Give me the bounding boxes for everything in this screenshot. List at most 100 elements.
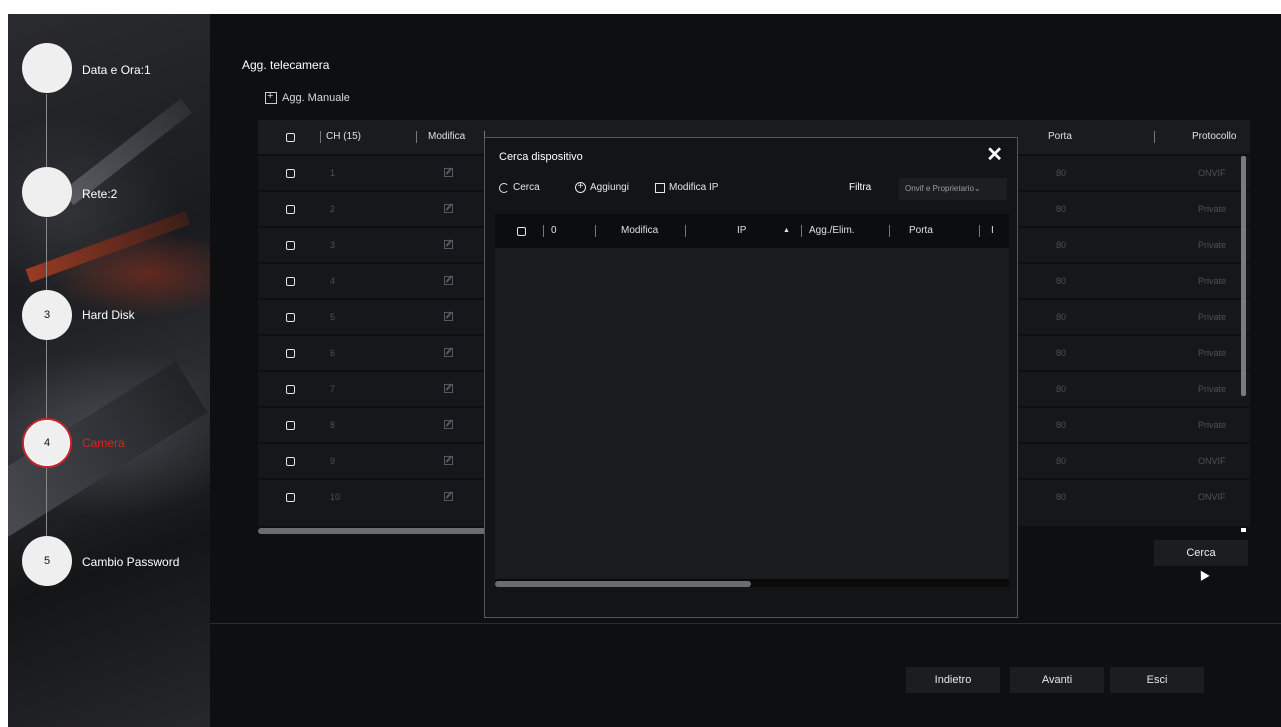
step-1-circle[interactable] bbox=[22, 43, 72, 93]
dialog-edit-ip-button[interactable]: Modifica IP bbox=[655, 182, 718, 193]
row-ch: 6 bbox=[330, 348, 336, 358]
edit-icon[interactable] bbox=[444, 456, 453, 465]
add-manual-label: Agg. Manuale bbox=[282, 92, 350, 104]
step-2-circle[interactable] bbox=[22, 167, 72, 217]
row-protocol: Private bbox=[1198, 420, 1227, 430]
column-separator bbox=[595, 225, 596, 237]
row-protocol: ONVIF bbox=[1198, 492, 1226, 502]
header-port[interactable]: Porta bbox=[1048, 120, 1072, 154]
row-port: 80 bbox=[1056, 168, 1067, 178]
filter-select-value: Onvif e Proprietario bbox=[905, 184, 974, 193]
dialog-search-button[interactable]: Cerca bbox=[499, 182, 540, 193]
header-modify[interactable]: Modifica bbox=[428, 120, 465, 154]
next-button[interactable]: Avanti bbox=[1010, 667, 1104, 693]
row-checkbox[interactable] bbox=[286, 349, 295, 358]
dialog-header-modify[interactable]: Modifica bbox=[621, 214, 658, 248]
dialog-search-label: Cerca bbox=[513, 182, 540, 193]
row-port: 80 bbox=[1056, 204, 1067, 214]
step-4-label-active[interactable]: Camera bbox=[82, 436, 125, 450]
edit-icon[interactable] bbox=[444, 420, 453, 429]
row-port: 80 bbox=[1056, 420, 1067, 430]
row-checkbox[interactable] bbox=[286, 493, 295, 502]
row-port: 80 bbox=[1056, 240, 1067, 250]
row-ch: 1 bbox=[330, 168, 336, 178]
add-manual-button[interactable]: Agg. Manuale bbox=[265, 90, 350, 104]
row-port: 80 bbox=[1056, 492, 1067, 502]
add-circle-icon: + bbox=[575, 182, 586, 193]
step-connector bbox=[46, 338, 47, 430]
dialog-table-header: 0 Modifica IP ▲ Agg./Elim. Porta I bbox=[495, 214, 1009, 248]
row-checkbox[interactable] bbox=[286, 277, 295, 286]
step-2-label[interactable]: Rete:2 bbox=[82, 187, 117, 201]
row-port: 80 bbox=[1056, 456, 1067, 466]
row-checkbox[interactable] bbox=[286, 205, 295, 214]
row-protocol: Private bbox=[1198, 240, 1227, 250]
row-checkbox[interactable] bbox=[286, 385, 295, 394]
column-separator bbox=[979, 225, 980, 237]
refresh-icon bbox=[499, 182, 509, 193]
edit-icon[interactable] bbox=[444, 492, 453, 501]
edit-icon[interactable] bbox=[444, 312, 453, 321]
search-device-dialog: Cerca dispositivo ✕ Cerca + Aggiungi Mod… bbox=[484, 137, 1018, 618]
edit-icon[interactable] bbox=[444, 168, 453, 177]
step-5-circle[interactable]: 5 bbox=[22, 536, 72, 586]
column-separator bbox=[1154, 131, 1155, 143]
dialog-title: Cerca dispositivo bbox=[499, 151, 583, 163]
table-vertical-scrollbar-end bbox=[1241, 528, 1246, 532]
row-ch: 10 bbox=[330, 492, 341, 502]
step-5-label[interactable]: Cambio Password bbox=[82, 555, 179, 569]
edit-icon[interactable] bbox=[444, 204, 453, 213]
row-ch: 5 bbox=[330, 312, 336, 322]
table-vertical-scrollbar[interactable] bbox=[1241, 156, 1246, 396]
step-3-label[interactable]: Hard Disk bbox=[82, 308, 135, 322]
dialog-header-add-del[interactable]: Agg./Elim. bbox=[809, 214, 855, 248]
edit-icon[interactable] bbox=[444, 384, 453, 393]
back-button[interactable]: Indietro bbox=[906, 667, 1000, 693]
table-horizontal-scrollbar[interactable] bbox=[258, 528, 488, 534]
chevron-down-icon: ⌄ bbox=[973, 184, 981, 193]
sort-ascending-icon[interactable]: ▲ bbox=[783, 214, 790, 248]
row-protocol: Private bbox=[1198, 204, 1227, 214]
column-separator bbox=[320, 131, 321, 143]
row-ch: 3 bbox=[330, 240, 336, 250]
edit-icon bbox=[655, 182, 665, 193]
column-separator bbox=[543, 225, 544, 237]
edit-icon[interactable] bbox=[444, 276, 453, 285]
header-protocol[interactable]: Protocollo bbox=[1192, 120, 1236, 154]
row-protocol: Private bbox=[1198, 348, 1227, 358]
select-all-checkbox[interactable] bbox=[286, 133, 295, 142]
dialog-select-all-checkbox[interactable] bbox=[517, 227, 526, 236]
row-ch: 2 bbox=[330, 204, 336, 214]
filter-select[interactable]: Onvif e Proprietario⌄ bbox=[899, 178, 1007, 200]
row-checkbox[interactable] bbox=[286, 421, 295, 430]
column-separator bbox=[416, 131, 417, 143]
screen: Data e Ora:1 Rete:2 3 Hard Disk 4 Camera… bbox=[8, 14, 1281, 727]
row-checkbox[interactable] bbox=[286, 169, 295, 178]
dialog-header-count: 0 bbox=[551, 225, 557, 236]
row-port: 80 bbox=[1056, 348, 1067, 358]
column-separator bbox=[685, 225, 686, 237]
row-protocol: Private bbox=[1198, 384, 1227, 394]
row-checkbox[interactable] bbox=[286, 457, 295, 466]
close-icon[interactable]: ✕ bbox=[986, 145, 1003, 165]
dialog-header-port[interactable]: Porta bbox=[909, 214, 933, 248]
row-protocol: ONVIF bbox=[1198, 456, 1226, 466]
edit-icon[interactable] bbox=[444, 240, 453, 249]
dialog-table-body bbox=[495, 248, 1009, 586]
step-1-label[interactable]: Data e Ora:1 bbox=[82, 63, 151, 77]
exit-button[interactable]: Esci bbox=[1110, 667, 1204, 693]
row-checkbox[interactable] bbox=[286, 313, 295, 322]
dialog-add-button[interactable]: + Aggiungi bbox=[575, 182, 629, 193]
row-port: 80 bbox=[1056, 312, 1067, 322]
edit-icon[interactable] bbox=[444, 348, 453, 357]
dialog-header-ip[interactable]: IP bbox=[737, 214, 746, 248]
dialog-horizontal-scrollbar[interactable] bbox=[495, 581, 751, 587]
row-port: 80 bbox=[1056, 384, 1067, 394]
header-ch[interactable]: CH (15) bbox=[326, 120, 361, 154]
row-checkbox[interactable] bbox=[286, 241, 295, 250]
step-3-circle[interactable]: 3 bbox=[22, 290, 72, 340]
search-button[interactable]: Cerca bbox=[1154, 540, 1248, 566]
footer-divider bbox=[210, 623, 1281, 624]
row-ch: 7 bbox=[330, 384, 336, 394]
step-4-circle-active[interactable]: 4 bbox=[22, 418, 72, 468]
